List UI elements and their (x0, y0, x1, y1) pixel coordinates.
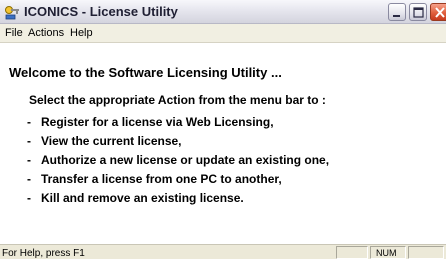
content-area: Welcome to the Software Licensing Utilit… (0, 43, 446, 244)
menu-bar: File Actions Help (0, 24, 446, 43)
action-item-authorize: - Authorize a new license or update an ex… (27, 153, 329, 167)
status-pane-empty (408, 246, 444, 259)
action-item-register: - Register for a license via Web Licensin… (27, 115, 274, 129)
bullet-dash: - (27, 115, 31, 129)
maximize-button[interactable] (409, 3, 427, 21)
license-key-icon (4, 4, 20, 20)
welcome-heading: Welcome to the Software Licensing Utilit… (9, 65, 282, 80)
bullet-dash: - (27, 134, 31, 148)
bullet-dash: - (27, 191, 31, 205)
close-button[interactable] (430, 3, 446, 21)
status-pane-empty (336, 246, 368, 259)
action-item-label: View the current license, (41, 134, 182, 148)
bullet-dash: - (27, 172, 31, 186)
close-icon (435, 7, 445, 18)
title-bar[interactable]: ICONICS - License Utility (0, 0, 446, 24)
action-item-label: Register for a license via Web Licensing… (41, 115, 274, 129)
action-item-label: Authorize a new license or update an exi… (41, 153, 330, 167)
status-bar: For Help, press F1 NUM (0, 244, 446, 259)
license-utility-window: ICONICS - License Utility File Actions H… (0, 0, 446, 259)
minimize-icon (393, 15, 400, 17)
window-title: ICONICS - License Utility (24, 4, 178, 19)
action-item-view: - View the current license, (27, 134, 182, 148)
status-pane-num: NUM (370, 246, 406, 259)
maximize-icon (413, 7, 424, 18)
bullet-dash: - (27, 153, 31, 167)
menu-actions[interactable]: Actions (28, 26, 64, 41)
action-item-transfer: - Transfer a license from one PC to anoth… (27, 172, 282, 186)
action-item-label: Transfer a license from one PC to anothe… (41, 172, 282, 186)
num-lock-indicator: NUM (376, 248, 397, 258)
status-help-text: For Help, press F1 (2, 248, 85, 259)
menu-help[interactable]: Help (70, 26, 93, 41)
menu-file[interactable]: File (5, 26, 23, 41)
minimize-button[interactable] (388, 3, 406, 21)
action-item-label: Kill and remove an existing license. (41, 191, 244, 205)
instruction-text: Select the appropriate Action from the m… (29, 93, 326, 107)
action-item-kill: - Kill and remove an existing license. (27, 191, 244, 205)
